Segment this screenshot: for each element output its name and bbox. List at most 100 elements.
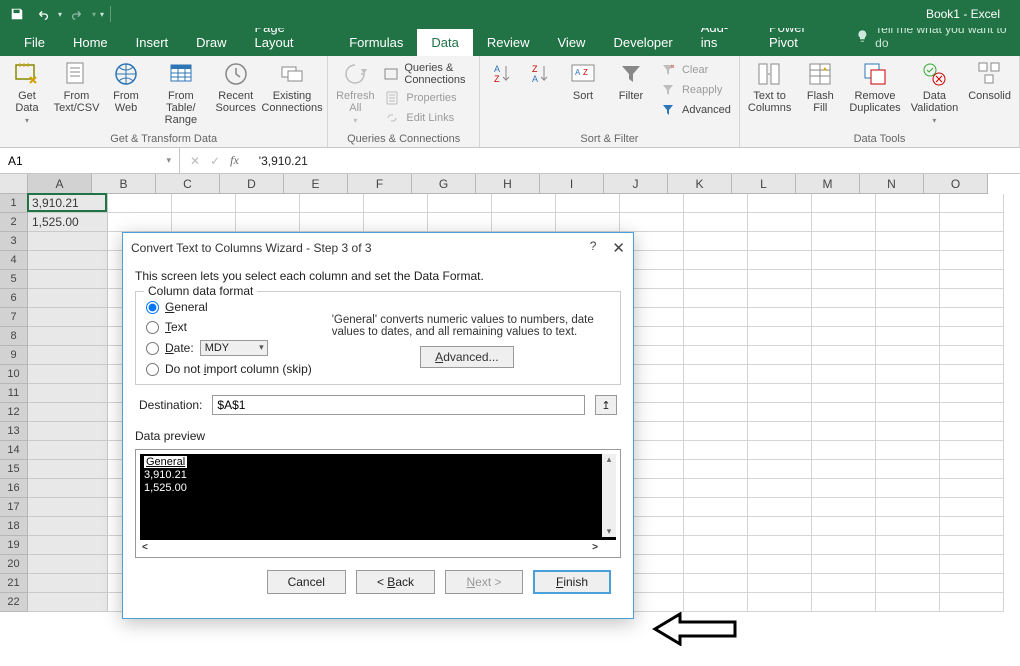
text-to-columns-button[interactable]: Text to Columns [748,60,791,114]
cancel-button[interactable]: Cancel [267,570,346,594]
cell[interactable] [876,194,940,213]
column-header[interactable]: O [924,174,988,194]
cell[interactable] [812,574,876,593]
column-header[interactable]: M [796,174,860,194]
cell[interactable] [940,498,1004,517]
column-header[interactable]: J [604,174,668,194]
cell[interactable] [236,194,300,213]
date-format-select[interactable]: MDY [200,340,268,356]
enter-formula-icon[interactable]: ✓ [210,154,220,168]
cell[interactable] [620,194,684,213]
queries-connections-button[interactable]: Queries & Connections [384,60,471,88]
cell[interactable] [748,327,812,346]
tab-data[interactable]: Data [417,29,472,56]
cell[interactable] [28,289,108,308]
cell[interactable] [28,384,108,403]
row-header[interactable]: 16 [0,479,28,498]
select-all-corner[interactable] [0,174,28,194]
cell[interactable] [28,403,108,422]
cell[interactable] [876,365,940,384]
cell[interactable] [556,194,620,213]
cell[interactable] [28,308,108,327]
column-header[interactable]: B [92,174,156,194]
column-header[interactable]: E [284,174,348,194]
cell[interactable] [876,574,940,593]
cell[interactable] [684,232,748,251]
cell[interactable] [748,536,812,555]
radio-skip-label[interactable]: Do not import column (skip) [165,362,312,376]
cell[interactable] [940,194,1004,213]
from-text-csv-button[interactable]: From Text/CSV [56,60,97,114]
cell[interactable] [940,251,1004,270]
cell[interactable] [28,232,108,251]
data-validation-button[interactable]: Data Validation▾ [911,60,959,125]
cell[interactable] [940,346,1004,365]
cell[interactable] [940,289,1004,308]
row-header[interactable]: 14 [0,441,28,460]
cell[interactable] [684,308,748,327]
from-web-button[interactable]: From Web [107,60,145,114]
cell[interactable] [748,251,812,270]
row-header[interactable]: 15 [0,460,28,479]
cell[interactable] [876,251,940,270]
row-header[interactable]: 2 [0,213,28,232]
cell[interactable] [28,574,108,593]
cell[interactable] [172,194,236,213]
cell[interactable] [812,403,876,422]
cell[interactable] [748,441,812,460]
undo-icon[interactable] [32,3,54,25]
cell[interactable] [812,365,876,384]
row-header[interactable]: 5 [0,270,28,289]
cell[interactable] [940,327,1004,346]
cell[interactable] [876,460,940,479]
cell[interactable] [748,289,812,308]
cell[interactable] [364,194,428,213]
tab-developer[interactable]: Developer [599,29,686,56]
column-header[interactable]: K [668,174,732,194]
column-header[interactable]: I [540,174,604,194]
cell[interactable] [684,194,748,213]
properties-button[interactable]: Properties [384,88,471,108]
cell[interactable] [812,346,876,365]
row-header[interactable]: 20 [0,555,28,574]
cell[interactable] [940,232,1004,251]
cell[interactable] [748,308,812,327]
row-header[interactable]: 8 [0,327,28,346]
cell[interactable] [684,517,748,536]
cell[interactable] [876,536,940,555]
row-header[interactable]: 6 [0,289,28,308]
cell[interactable] [300,213,364,232]
cell[interactable] [812,593,876,612]
cell[interactable] [876,593,940,612]
cell[interactable] [28,251,108,270]
remove-duplicates-button[interactable]: Remove Duplicates [849,60,900,114]
cell[interactable] [940,574,1004,593]
radio-date[interactable] [146,342,159,355]
range-picker-icon[interactable]: ↥ [595,395,617,415]
cell[interactable] [684,498,748,517]
cell[interactable] [940,460,1004,479]
cell[interactable] [748,460,812,479]
cell[interactable] [876,384,940,403]
cell[interactable] [748,232,812,251]
cell[interactable] [28,327,108,346]
cell[interactable] [812,289,876,308]
advanced-button[interactable]: Advanced... [420,346,513,368]
cell[interactable] [812,498,876,517]
filter-button[interactable]: Filter [612,60,650,102]
cell[interactable] [812,213,876,232]
cell[interactable] [684,536,748,555]
cell[interactable] [940,213,1004,232]
name-box[interactable]: A1▾ [0,148,180,173]
tab-insert[interactable]: Insert [122,29,183,56]
cell[interactable] [748,555,812,574]
column-header[interactable]: F [348,174,412,194]
cell[interactable] [748,346,812,365]
recent-sources-button[interactable]: Recent Sources [217,60,255,114]
formula-value[interactable]: '3,910.21 [249,154,308,168]
cell[interactable] [876,213,940,232]
preview-vscroll[interactable]: ▴▾ [602,454,616,537]
back-button[interactable]: < Back [356,570,435,594]
sort-button[interactable]: AZSort [564,60,602,102]
sort-az-button[interactable]: AZ [488,60,516,88]
